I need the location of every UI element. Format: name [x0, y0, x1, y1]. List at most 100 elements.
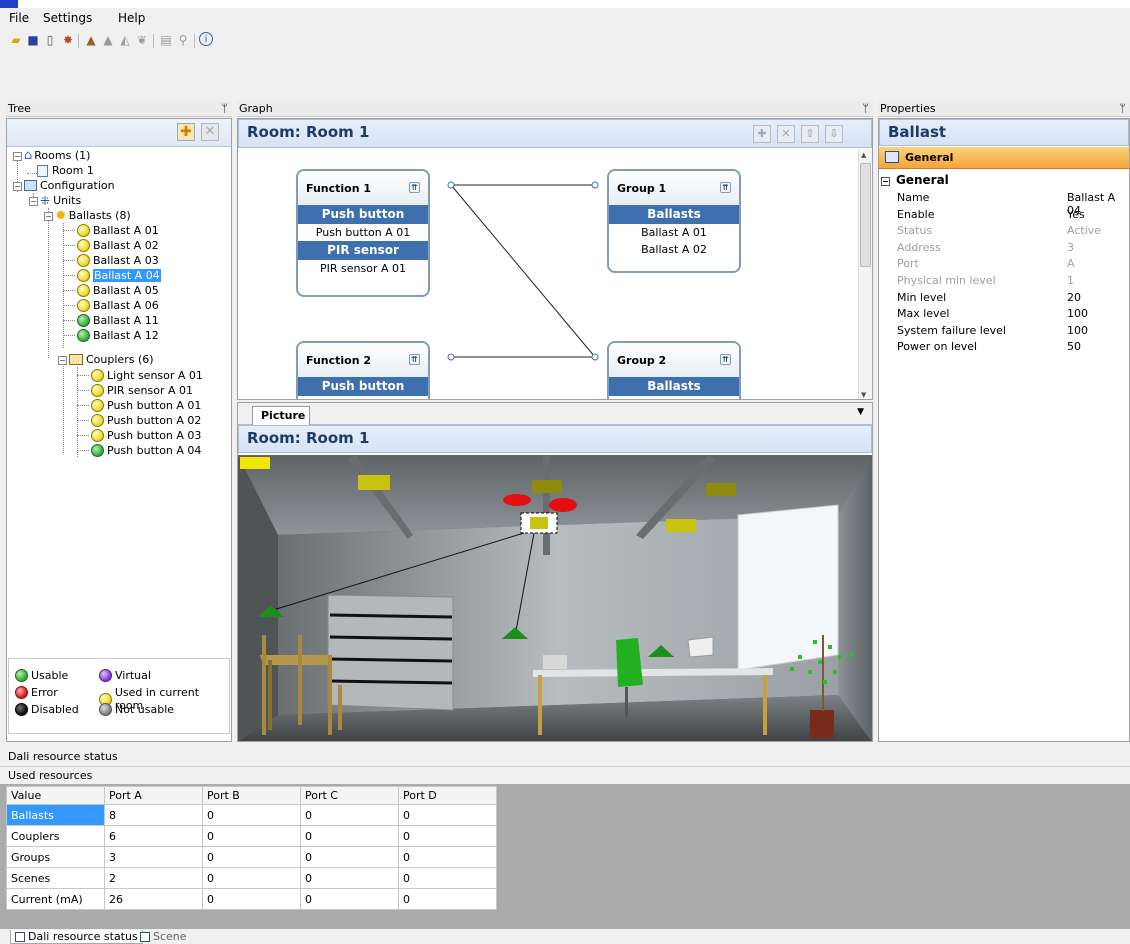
- pin-icon[interactable]: ᛘ: [221, 102, 228, 115]
- tree-node-units[interactable]: ⁜ Units: [40, 193, 81, 208]
- table-cell[interactable]: 6: [104, 825, 203, 847]
- pin-icon[interactable]: ᛘ: [1119, 102, 1126, 115]
- property-value[interactable]: 3: [1067, 241, 1074, 254]
- property-value[interactable]: Active: [1067, 224, 1101, 237]
- tab-general[interactable]: General: [879, 147, 1129, 169]
- property-row[interactable]: Name Ballast A 04: [897, 191, 1129, 217]
- add-icon[interactable]: ✚: [177, 123, 195, 141]
- scroll-up-icon[interactable]: ▲: [861, 151, 866, 159]
- row-header-cell[interactable]: Current (mA): [6, 888, 105, 910]
- collapse-units[interactable]: −: [29, 197, 38, 206]
- tab-picture[interactable]: Picture: [252, 406, 310, 425]
- collapse-node-icon[interactable]: ⇈: [720, 354, 731, 365]
- group2-node[interactable]: Group 2 ⇈ Ballasts: [607, 341, 741, 399]
- new-icon[interactable]: ▯: [42, 32, 58, 48]
- tree-item-coupler[interactable]: Push button A 03: [91, 428, 201, 443]
- tree-node-rooms[interactable]: ⌂ Rooms (1): [24, 148, 90, 163]
- dropdown-icon[interactable]: ▼: [857, 407, 864, 417]
- tree-node-configuration[interactable]: Configuration: [24, 178, 115, 193]
- table-cell[interactable]: 0: [202, 888, 301, 910]
- property-value[interactable]: 100: [1067, 324, 1088, 337]
- group1-item-ballast-a02[interactable]: Ballast A 02: [609, 241, 739, 258]
- table-cell[interactable]: 0: [398, 846, 497, 868]
- row-header-cell[interactable]: Couplers: [6, 825, 105, 847]
- collapse-rooms[interactable]: −: [13, 152, 22, 161]
- scroll-thumb[interactable]: [860, 163, 871, 267]
- import-icon[interactable]: ✸: [60, 32, 76, 48]
- tree-node-couplers[interactable]: Couplers (6): [69, 352, 154, 367]
- table-row[interactable]: Groups 3 0 0 0: [6, 846, 497, 868]
- column-header[interactable]: Port C: [300, 786, 399, 805]
- column-header[interactable]: Port D: [398, 786, 497, 805]
- search-icon[interactable]: ⚲: [175, 32, 191, 48]
- tree-item-coupler[interactable]: Push button A 04: [91, 443, 201, 458]
- function1-item-push-button[interactable]: Push button A 01: [298, 224, 428, 241]
- group1-node[interactable]: Group 1 ⇈ Ballasts Ballast A 01 Ballast A…: [607, 169, 741, 273]
- save-icon[interactable]: ■: [25, 32, 41, 48]
- column-header[interactable]: Port A: [104, 786, 203, 805]
- tree-item-ballast[interactable]: Ballast A 05: [77, 283, 159, 298]
- connect-icon[interactable]: ❦: [134, 32, 150, 48]
- table-cell[interactable]: 0: [398, 825, 497, 847]
- table-cell[interactable]: 0: [202, 846, 301, 868]
- info-icon[interactable]: i: [199, 32, 213, 46]
- property-row[interactable]: Enable Yes: [897, 208, 1129, 224]
- tree-item-ballast[interactable]: Ballast A 01: [77, 223, 159, 238]
- add-unit-icon[interactable]: ◭: [117, 32, 133, 48]
- open-icon[interactable]: ▰: [8, 32, 24, 48]
- add-coupler-icon[interactable]: ▲: [100, 32, 116, 48]
- tree-node-room1[interactable]: Room 1: [37, 163, 94, 178]
- function1-item-pir-sensor[interactable]: PIR sensor A 01: [298, 260, 428, 277]
- table-cell[interactable]: 0: [202, 867, 301, 889]
- menu-settings[interactable]: Settings: [43, 11, 92, 25]
- property-value[interactable]: 100: [1067, 307, 1088, 320]
- table-cell[interactable]: 26: [104, 888, 203, 910]
- table-cell[interactable]: 0: [300, 804, 399, 826]
- property-value[interactable]: 1: [1067, 274, 1074, 287]
- property-row[interactable]: Port A: [897, 257, 1129, 273]
- collapse-configuration[interactable]: −: [13, 182, 22, 191]
- menu-file[interactable]: File: [9, 11, 29, 25]
- collapse-icon[interactable]: −: [881, 177, 890, 186]
- tree-item-ballast[interactable]: Ballast A 12: [77, 328, 159, 343]
- property-row[interactable]: Physical min level 1: [897, 274, 1129, 290]
- tree-item-coupler[interactable]: Light sensor A 01: [91, 368, 203, 383]
- table-cell[interactable]: 2: [104, 867, 203, 889]
- collapse-couplers[interactable]: −: [58, 356, 67, 365]
- row-header-cell[interactable]: Ballasts: [6, 804, 105, 826]
- column-header[interactable]: Value: [6, 786, 105, 805]
- table-row[interactable]: Current (mA) 26 0 0 0: [6, 888, 497, 910]
- collapse-node-icon[interactable]: ⇈: [409, 354, 420, 365]
- section-general[interactable]: − General: [881, 173, 949, 187]
- property-row[interactable]: Min level 20: [897, 291, 1129, 307]
- table-cell[interactable]: 0: [202, 804, 301, 826]
- property-value[interactable]: 50: [1067, 340, 1081, 353]
- pin-icon[interactable]: ᛘ: [862, 102, 869, 115]
- collapse-node-icon[interactable]: ⇈: [720, 182, 731, 193]
- function2-node[interactable]: Function 2 ⇈ Push button: [296, 341, 430, 399]
- table-row[interactable]: Couplers 6 0 0 0: [6, 825, 497, 847]
- graph-scrollbar[interactable]: ▲ ▼: [858, 149, 872, 399]
- column-header[interactable]: Port B: [202, 786, 301, 805]
- tree-item-ballast[interactable]: Ballast A 04: [77, 268, 161, 283]
- table-row[interactable]: Scenes 2 0 0 0: [6, 867, 497, 889]
- property-row[interactable]: Max level 100: [897, 307, 1129, 323]
- property-value[interactable]: 20: [1067, 291, 1081, 304]
- tree-item-ballast[interactable]: Ballast A 02: [77, 238, 159, 253]
- property-row[interactable]: Power on level 50: [897, 340, 1129, 356]
- tree-node-ballasts[interactable]: ✹ Ballasts (8): [55, 208, 131, 224]
- table-cell[interactable]: 0: [300, 888, 399, 910]
- table-cell[interactable]: 3: [104, 846, 203, 868]
- table-cell[interactable]: 8: [104, 804, 203, 826]
- table-cell[interactable]: 0: [398, 888, 497, 910]
- table-cell[interactable]: 0: [398, 867, 497, 889]
- tree-item-ballast[interactable]: Ballast A 06: [77, 298, 159, 313]
- table-cell[interactable]: 0: [202, 825, 301, 847]
- table-cell[interactable]: 0: [398, 804, 497, 826]
- function1-node[interactable]: Function 1 ⇈ Push button Push button A 01…: [296, 169, 430, 297]
- property-value[interactable]: Yes: [1067, 208, 1085, 221]
- property-row[interactable]: Address 3: [897, 241, 1129, 257]
- delete-icon[interactable]: ✕: [201, 123, 219, 141]
- add-ballast-icon[interactable]: ▲: [83, 32, 99, 48]
- scroll-down-icon[interactable]: ▼: [861, 391, 866, 399]
